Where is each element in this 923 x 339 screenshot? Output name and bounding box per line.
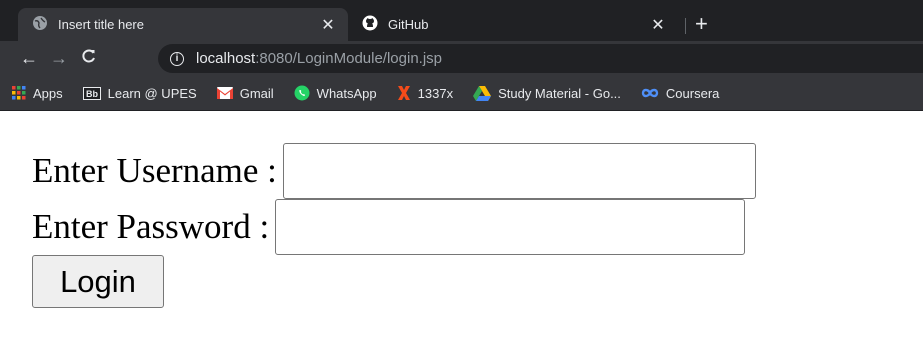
tab-title: Insert title here [58, 17, 144, 32]
username-row: Enter Username : [32, 143, 923, 199]
bookmark-label: Learn @ UPES [107, 85, 197, 101]
url-host: localhost [196, 50, 256, 67]
bookmark-label: Gmail [239, 85, 274, 101]
bookmark-learn-upes[interactable]: Bb Learn @ UPES [82, 85, 197, 101]
bookmark-1337x[interactable]: 1337x [397, 85, 453, 101]
login-button[interactable]: Login [32, 255, 164, 308]
tab-separator [685, 18, 686, 34]
tab-insert-title[interactable]: Insert title here ✕ [18, 8, 348, 41]
tab-github[interactable]: GitHub ✕ [348, 8, 678, 41]
gmail-icon [216, 87, 233, 99]
tab-close-icon[interactable]: ✕ [320, 15, 336, 35]
svg-text:Bb: Bb [86, 89, 98, 99]
forward-button[interactable]: → [44, 48, 74, 69]
tab-strip: Insert title here ✕ GitHub ✕ + [0, 0, 923, 41]
reload-icon [82, 49, 95, 63]
username-input[interactable] [282, 143, 756, 199]
tab-close-icon[interactable]: ✕ [650, 15, 666, 35]
new-tab-button[interactable]: + [695, 11, 708, 37]
password-row: Enter Password : [32, 199, 923, 255]
bookmark-label: Apps [33, 85, 63, 101]
back-button[interactable]: ← [14, 48, 44, 69]
whatsapp-icon [294, 85, 310, 101]
username-label: Enter Username : [32, 151, 277, 190]
apps-grid-icon [12, 86, 26, 100]
coursera-icon [641, 87, 659, 99]
tab-title: GitHub [388, 17, 429, 32]
bookmark-study-material[interactable]: Study Material - Go... [473, 85, 621, 101]
browser-toolbar: ← → i localhost:8080/LoginModule/login.j… [0, 41, 923, 76]
bookmark-label: Study Material - Go... [498, 85, 621, 101]
bookmark-label: 1337x [417, 85, 454, 101]
github-icon [362, 15, 378, 34]
login-form: Enter Username : Enter Password : Login [0, 111, 923, 308]
bookmark-gmail[interactable]: Gmail [216, 85, 274, 101]
bookmark-whatsapp[interactable]: WhatsApp [294, 85, 377, 101]
reload-button[interactable] [74, 48, 104, 69]
password-input[interactable] [275, 199, 746, 255]
bookmarks-bar: Apps Bb Learn @ UPES Gmail WhatsApp 1337… [0, 76, 923, 111]
bookmark-label: Coursera [665, 85, 720, 101]
address-bar[interactable]: i localhost:8080/LoginModule/login.jsp [158, 44, 923, 73]
1337x-icon [397, 85, 411, 101]
blackboard-icon: Bb [82, 86, 101, 100]
google-drive-icon [473, 85, 492, 101]
bookmark-coursera[interactable]: Coursera [641, 86, 719, 101]
globe-icon [32, 15, 48, 34]
url-path: :8080/LoginModule/login.jsp [255, 50, 443, 67]
site-info-icon[interactable]: i [170, 51, 184, 66]
bookmark-apps[interactable]: Apps [12, 86, 63, 101]
bookmark-label: WhatsApp [316, 85, 377, 101]
password-label: Enter Password : [32, 207, 270, 246]
